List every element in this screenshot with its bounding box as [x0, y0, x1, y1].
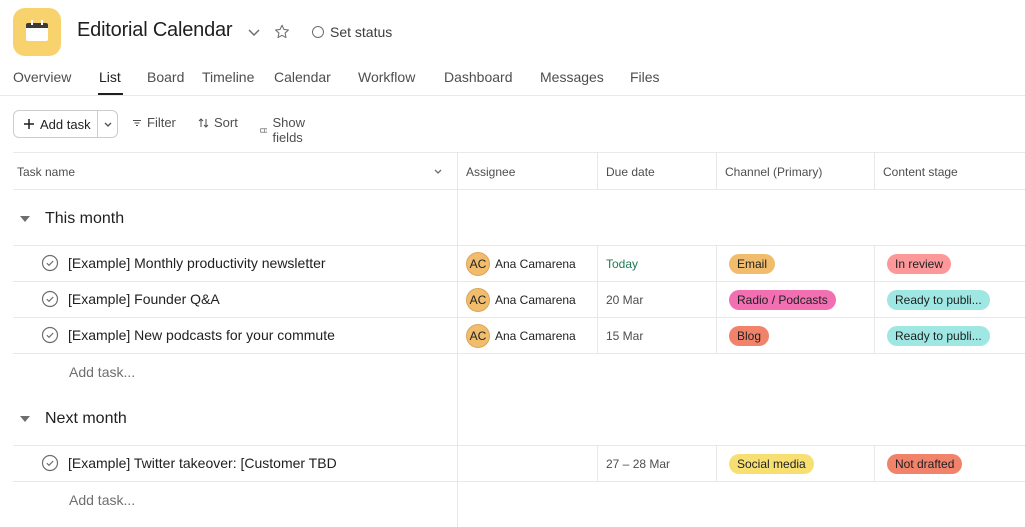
stage-pill[interactable]: In review	[887, 254, 952, 274]
channel-pill[interactable]: Email	[729, 254, 776, 274]
complete-check-icon[interactable]	[41, 454, 59, 472]
active-tab-indicator	[98, 93, 123, 95]
due-date[interactable]: 15 Mar	[606, 329, 643, 343]
task-row[interactable]: [Example] Monthly productivity newslette…	[41, 254, 347, 272]
column-divider	[597, 153, 598, 190]
assignee-cell[interactable]: AC Ana Camarena	[466, 252, 576, 276]
task-row[interactable]: [Example] Twitter takeover: [Customer TB…	[41, 454, 347, 472]
complete-check-icon[interactable]	[41, 326, 59, 344]
chevron-down-icon[interactable]	[432, 165, 444, 177]
tab-list[interactable]: List	[99, 69, 121, 85]
tab-messages[interactable]: Messages	[540, 69, 604, 85]
fields-icon	[260, 127, 268, 133]
column-divider	[874, 153, 875, 190]
calendar-icon	[13, 8, 61, 56]
row-divider	[13, 353, 1025, 354]
complete-check-icon[interactable]	[41, 290, 59, 308]
plus-icon	[24, 119, 34, 129]
filter-button[interactable]: Filter	[132, 115, 176, 130]
tab-calendar[interactable]: Calendar	[274, 69, 331, 85]
task-row[interactable]: [Example] New podcasts for your commute	[41, 326, 347, 344]
tab-overview[interactable]: Overview	[13, 69, 71, 85]
section-header[interactable]: This month	[20, 210, 124, 228]
assignee-cell[interactable]: AC Ana Camarena	[466, 288, 576, 312]
stage-pill[interactable]: Ready to publi...	[887, 326, 990, 346]
due-date[interactable]: 27 – 28 Mar	[606, 457, 670, 471]
add-task-dropdown-button[interactable]	[98, 111, 117, 137]
assignee-cell[interactable]: AC Ana Camarena	[466, 324, 576, 348]
sort-button[interactable]: Sort	[198, 115, 238, 130]
add-task-button[interactable]: Add task	[14, 111, 98, 137]
show-fields-label: Show fields	[272, 115, 305, 145]
set-status-button[interactable]: Set status	[312, 24, 392, 40]
task-row[interactable]: [Example] Founder Q&A	[41, 290, 347, 308]
column-divider	[716, 446, 717, 482]
row-divider	[13, 317, 1025, 318]
collapse-triangle-icon[interactable]	[20, 416, 30, 422]
column-divider	[874, 246, 875, 354]
section-title: Next month	[45, 410, 127, 427]
column-header-channel[interactable]: Channel (Primary)	[725, 153, 822, 190]
channel-pill[interactable]: Social media	[729, 454, 814, 474]
tab-files[interactable]: Files	[630, 69, 660, 85]
set-status-label: Set status	[330, 24, 393, 40]
add-task-row[interactable]: Add task...	[69, 364, 135, 380]
chevron-down-icon	[104, 122, 111, 127]
task-name[interactable]: [Example] Founder Q&A	[68, 291, 220, 307]
avatar: AC	[466, 324, 490, 348]
task-name[interactable]: [Example] Twitter takeover: [Customer TB…	[68, 455, 337, 471]
channel-pill[interactable]: Blog	[729, 326, 770, 346]
avatar: AC	[466, 252, 490, 276]
filter-icon	[133, 119, 141, 126]
assignee-name: Ana Camarena	[495, 257, 576, 271]
column-divider	[597, 446, 598, 482]
column-divider	[716, 246, 717, 354]
column-divider	[457, 153, 458, 527]
sort-icon	[198, 117, 209, 128]
add-task-split-button: Add task	[13, 110, 118, 138]
tab-timeline[interactable]: Timeline	[202, 69, 254, 85]
column-header-task-name[interactable]: Task name	[17, 153, 75, 190]
status-circle-icon	[312, 26, 324, 38]
column-header-due-date[interactable]: Due date	[606, 153, 655, 190]
filter-label: Filter	[147, 115, 176, 130]
add-task-row[interactable]: Add task...	[69, 492, 135, 508]
complete-check-icon[interactable]	[41, 254, 59, 272]
tab-board[interactable]: Board	[147, 69, 184, 85]
task-name[interactable]: [Example] New podcasts for your commute	[68, 327, 335, 343]
column-divider	[874, 446, 875, 482]
show-fields-button[interactable]: Show fields	[260, 115, 311, 145]
column-divider	[716, 153, 717, 190]
assignee-name: Ana Camarena	[495, 293, 576, 307]
add-task-label: Add task	[40, 116, 91, 132]
tab-dashboard[interactable]: Dashboard	[444, 69, 513, 85]
assignee-name: Ana Camarena	[495, 329, 576, 343]
stage-pill[interactable]: Not drafted	[887, 454, 963, 474]
due-date[interactable]: 20 Mar	[606, 293, 643, 307]
tab-workflow[interactable]: Workflow	[358, 69, 415, 85]
star-icon[interactable]	[273, 23, 291, 41]
column-header-assignee[interactable]: Assignee	[466, 153, 515, 190]
project-title[interactable]: Editorial Calendar	[77, 19, 233, 42]
project-header: Editorial Calendar Set status Overview L…	[0, 0, 1025, 96]
collapse-triangle-icon[interactable]	[20, 216, 30, 222]
due-date[interactable]: Today	[606, 257, 638, 271]
row-divider	[13, 281, 1025, 282]
stage-pill[interactable]: Ready to publi...	[887, 290, 990, 310]
channel-pill[interactable]: Radio / Podcasts	[729, 290, 836, 310]
section-title: This month	[45, 210, 125, 227]
task-name[interactable]: [Example] Monthly productivity newslette…	[68, 255, 326, 271]
sort-label: Sort	[214, 115, 238, 130]
chevron-down-icon[interactable]	[246, 24, 262, 40]
avatar: AC	[466, 288, 490, 312]
row-divider	[13, 481, 1025, 482]
column-divider	[597, 246, 598, 354]
column-header-content-stage[interactable]: Content stage	[883, 153, 958, 190]
section-header[interactable]: Next month	[20, 410, 127, 428]
